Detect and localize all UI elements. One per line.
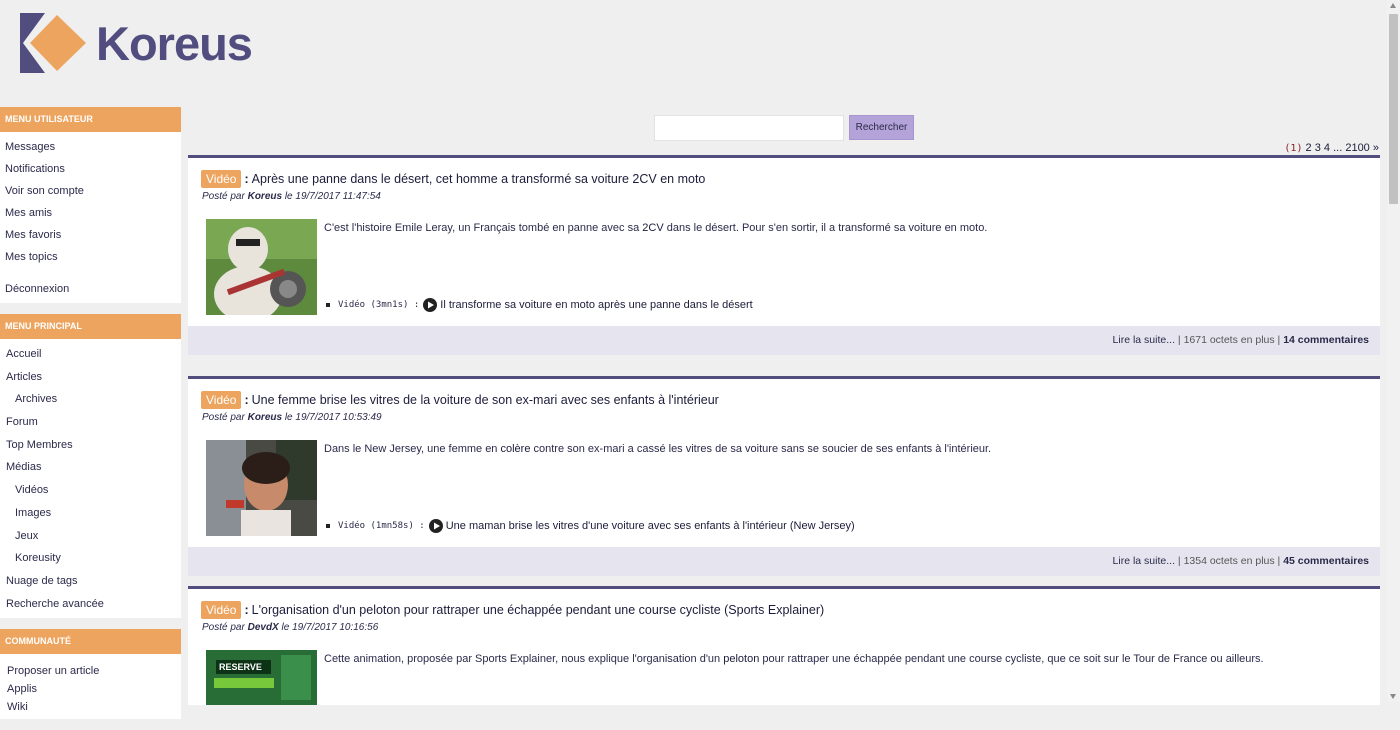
sidebar-item-proposer-article[interactable]: Proposer un article (0, 662, 181, 680)
sidebar-item-wiki[interactable]: Wiki (0, 698, 181, 716)
sidebar-item-mes-amis[interactable]: Mes amis (0, 202, 181, 224)
sidebar-item-messages[interactable]: Messages (0, 136, 181, 158)
sidebar-item-voir-son-compte[interactable]: Voir son compte (0, 180, 181, 202)
sidebar-item-koreusity[interactable]: Koreusity (0, 547, 181, 570)
article-meta: Posté par DevdX le 19/7/2017 10:16:56 (202, 622, 379, 633)
search-bar: Rechercher (654, 115, 914, 141)
article-meta: Posté par Koreus le 19/7/2017 10:53:49 (202, 412, 382, 423)
pagination-page-2[interactable]: 2 (1306, 142, 1312, 154)
sidebar-item-nuage-de-tags[interactable]: Nuage de tags (0, 570, 181, 593)
article-thumbnail[interactable]: RESERVE (206, 650, 317, 705)
article-card: Vidéo : Une femme brise les vitres de la… (188, 376, 1380, 576)
scroll-up-icon[interactable] (1390, 3, 1396, 8)
menu-main-header: Menu principal (0, 314, 181, 339)
sidebar-item-top-membres[interactable]: Top Membres (0, 434, 181, 457)
sidebar: Menu utilisateur Messages Notifications … (0, 107, 181, 730)
comments-link[interactable]: 14 commentaires (1283, 334, 1369, 346)
article-title[interactable]: Après une panne dans le désert, cet homm… (252, 172, 706, 186)
pagination-ellipsis: ... (1333, 142, 1343, 154)
tag-link[interactable]: peloton (723, 653, 759, 665)
article-footer: Lire la suite... | 1671 octets en plus |… (188, 326, 1380, 355)
read-more-link[interactable]: Lire la suite... (1113, 555, 1175, 567)
sidebar-item-medias[interactable]: Médias (0, 456, 181, 479)
logo-wordmark: Koreus (96, 16, 253, 70)
play-icon (423, 298, 438, 312)
article-author[interactable]: Koreus (248, 191, 282, 202)
article-title[interactable]: Une femme brise les vitres de la voiture… (252, 393, 719, 407)
sidebar-item-applis[interactable]: Applis (0, 680, 181, 698)
menu-user-header: Menu utilisateur (0, 107, 181, 132)
video-link[interactable]: Il transforme sa voiture en moto après u… (440, 299, 752, 311)
article-footer: Lire la suite... | 1354 octets en plus |… (188, 547, 1380, 576)
sidebar-item-notifications[interactable]: Notifications (0, 158, 181, 180)
sidebar-item-images[interactable]: Images (0, 502, 181, 525)
search-button[interactable]: Rechercher (849, 115, 914, 140)
menu-main: Menu principal Accueil Articles Archives… (0, 314, 181, 619)
site-logo[interactable]: Koreus (20, 13, 253, 73)
article-author[interactable]: DevdX (248, 622, 279, 633)
menu-community: Communauté Proposer un article Applis Wi… (0, 629, 181, 720)
article-date: 19/7/2017 10:16:56 (292, 622, 379, 633)
sidebar-item-videos[interactable]: Vidéos (0, 479, 181, 502)
article-card: Vidéo : L'organisation d'un peloton pour… (188, 586, 1380, 705)
sidebar-item-articles[interactable]: Articles (0, 366, 181, 389)
sidebar-item-forum[interactable]: Forum (0, 411, 181, 434)
sidebar-item-accueil[interactable]: Accueil (0, 343, 181, 366)
scroll-thumb[interactable] (1389, 14, 1398, 204)
tag-link[interactable]: colère (500, 443, 530, 455)
video-badge[interactable]: Vidéo (201, 601, 242, 619)
sidebar-item-archives[interactable]: Archives (0, 388, 181, 411)
pagination-page-4[interactable]: 4 (1324, 142, 1330, 154)
pagination: (1) 2 3 4 ... 2100 » (1284, 142, 1379, 154)
article-title[interactable]: L'organisation d'un peloton pour rattrap… (252, 603, 825, 617)
video-link-row: Vidéo (3mn1s) : Il transforme sa voiture… (324, 298, 753, 312)
pagination-last[interactable]: 2100 (1345, 142, 1369, 154)
article-summary: Cette animation, proposée par Sports Exp… (324, 653, 1264, 665)
pagination-page-3[interactable]: 3 (1315, 142, 1321, 154)
play-icon (428, 519, 443, 533)
video-link[interactable]: Une maman brise les vitres d'une voiture… (446, 520, 855, 532)
extra-bytes: 1354 octets en plus (1183, 555, 1275, 567)
search-input[interactable] (654, 115, 844, 141)
article-thumbnail[interactable] (206, 440, 317, 536)
menu-user: Menu utilisateur Messages Notifications … (0, 107, 181, 303)
read-more-link[interactable]: Lire la suite... (1113, 334, 1175, 346)
page-scrollbar[interactable] (1387, 0, 1400, 702)
article-summary: C'est l'histoire Emile Leray, un Françai… (324, 222, 988, 234)
video-badge[interactable]: Vidéo (201, 391, 242, 409)
svg-text:RESERVE: RESERVE (219, 662, 262, 672)
article-date: 19/7/2017 11:47:54 (295, 191, 381, 202)
pagination-current: (1) (1284, 143, 1303, 154)
comments-link[interactable]: 45 commentaires (1283, 555, 1369, 567)
article-thumbnail[interactable] (206, 219, 317, 315)
menu-community-header: Communauté (0, 629, 181, 655)
sidebar-item-recherche-avancee[interactable]: Recherche avancée (0, 593, 181, 616)
koreus-logo-icon (20, 13, 86, 73)
article-card: Vidéo : Après une panne dans le désert, … (188, 155, 1380, 355)
article-meta: Posté par Koreus le 19/7/2017 11:47:54 (202, 191, 381, 202)
video-badge[interactable]: Vidéo (201, 170, 242, 188)
sidebar-item-deconnexion[interactable]: Déconnexion (0, 278, 181, 300)
pagination-next[interactable]: » (1373, 142, 1379, 154)
extra-bytes: 1671 octets en plus (1183, 334, 1275, 346)
article-author[interactable]: Koreus (248, 412, 282, 423)
sidebar-item-jeux[interactable]: Jeux (0, 525, 181, 548)
article-date: 19/7/2017 10:53:49 (295, 412, 382, 423)
sidebar-item-mes-favoris[interactable]: Mes favoris (0, 224, 181, 246)
tag-link[interactable]: 2CV (642, 222, 663, 234)
video-link-row: Vidéo (1mn58s) : Une maman brise les vit… (324, 519, 855, 533)
scroll-down-icon[interactable] (1390, 694, 1396, 699)
sidebar-item-mes-topics[interactable]: Mes topics (0, 246, 181, 268)
article-summary: Dans le New Jersey, une femme en colère … (324, 443, 992, 455)
